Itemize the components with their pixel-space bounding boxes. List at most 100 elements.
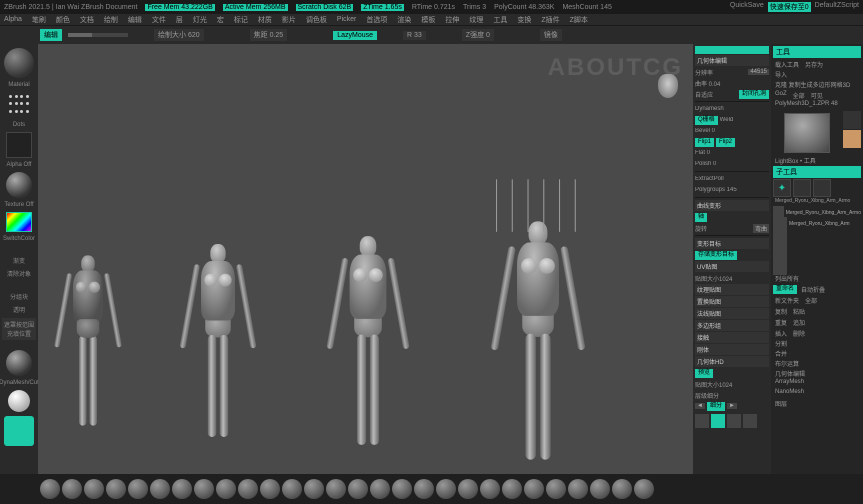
menu-palette[interactable]: 调色板 — [306, 15, 327, 25]
brush-2[interactable] — [62, 479, 82, 499]
lightbox-label[interactable]: LightBox • 工具 — [773, 156, 861, 165]
mask-label[interactable]: 遮罩按范围充填位置 — [2, 318, 36, 340]
flat-label[interactable]: Flat 0 — [695, 150, 769, 156]
brush-15[interactable] — [348, 479, 368, 499]
layers[interactable]: 图层 — [773, 399, 861, 408]
brush-13[interactable] — [304, 479, 324, 499]
menu-light[interactable]: 灯光 — [193, 15, 207, 25]
menu-transform[interactable]: 变换 — [517, 15, 531, 25]
zintensity-field[interactable]: Z强度 0 — [462, 29, 494, 41]
brush-23[interactable] — [524, 479, 544, 499]
menu-stroke[interactable]: 拉伸 — [445, 15, 459, 25]
menu-alpha[interactable]: Alpha — [4, 16, 22, 23]
rigid-header[interactable]: 刚体 — [695, 344, 769, 355]
menu-marker[interactable]: 标记 — [234, 15, 248, 25]
polish-label[interactable]: Polish 0 — [695, 161, 769, 167]
resolution-value[interactable]: 44515 — [748, 69, 769, 75]
brush-1[interactable] — [40, 479, 60, 499]
copy-button[interactable]: 复制 — [773, 307, 789, 316]
brush-16[interactable] — [370, 479, 390, 499]
rgb-field[interactable]: R 33 — [403, 31, 426, 40]
menu-draw[interactable]: 绘制 — [104, 15, 118, 25]
menu-file[interactable]: 文件 — [152, 15, 166, 25]
menu-layer[interactable]: 层 — [176, 15, 183, 25]
axis-button[interactable]: 轴 — [695, 213, 707, 222]
uvmap-header[interactable]: UV贴图 — [695, 261, 769, 272]
folder-button[interactable]: 新文件夹 — [773, 296, 801, 305]
arraymesh[interactable]: ArrayMesh — [773, 379, 861, 388]
brush-3[interactable] — [84, 479, 104, 499]
curve-label[interactable]: 曲率 0.04 — [695, 79, 769, 88]
star-brush[interactable]: ✦ — [773, 179, 791, 197]
geohd-header[interactable]: 几何体HD — [695, 356, 769, 367]
menu-movie[interactable]: 影片 — [282, 15, 296, 25]
subtool-header[interactable]: 子工具 — [773, 166, 861, 178]
brush-slot-3[interactable] — [813, 179, 831, 197]
weld-label[interactable]: Weld — [720, 117, 769, 123]
icon-btn-2[interactable] — [711, 414, 725, 428]
menu-render[interactable]: 渲染 — [397, 15, 411, 25]
import-tool[interactable]: 导入 — [773, 70, 861, 79]
insert-button[interactable]: 插入 — [773, 329, 789, 338]
geo-header[interactable]: 几何体编辑 — [773, 369, 861, 378]
icon-btn-1[interactable] — [695, 414, 709, 428]
load-tool[interactable]: 载入工具 — [773, 60, 801, 69]
subtool-thumb-6[interactable] — [773, 261, 787, 275]
brush-4[interactable] — [106, 479, 126, 499]
polygroupsmap-header[interactable]: 多边形组 — [695, 320, 769, 331]
save-tool[interactable]: 另存为 — [803, 60, 825, 69]
bend-button[interactable]: 弯曲 — [753, 224, 769, 233]
quicksave-slot[interactable]: 快速保存至0 — [768, 2, 811, 12]
menu-texture[interactable]: 纹理 — [469, 15, 483, 25]
subdiv-button[interactable]: 细分 — [707, 402, 725, 411]
dup-button[interactable]: 重复 — [773, 318, 789, 327]
brush-10[interactable] — [238, 479, 258, 499]
brush-8[interactable] — [194, 479, 214, 499]
rotate-label[interactable]: 旋转 — [695, 224, 751, 233]
all-button[interactable]: 全部 — [791, 91, 807, 100]
menu-picker[interactable]: Picker — [337, 16, 356, 23]
material-preview[interactable] — [4, 48, 34, 78]
transparent-label[interactable]: 透明 — [13, 305, 25, 314]
texmap-header[interactable]: 纹理贴图 — [695, 284, 769, 295]
uvsize2-label[interactable]: 贴图大小1024 — [695, 380, 769, 389]
goz-button[interactable]: GoZ — [773, 91, 789, 100]
camera-head-icon[interactable] — [658, 74, 678, 98]
contact-header[interactable]: 接触 — [695, 332, 769, 343]
rename-button[interactable]: 重命名 — [773, 285, 797, 294]
tool-thumbnail[interactable] — [784, 113, 830, 153]
texture-preview[interactable] — [6, 172, 32, 198]
del-button[interactable]: 删除 — [791, 329, 807, 338]
adapt-label[interactable]: 自适应 — [695, 90, 737, 99]
edit-button[interactable]: 编辑 — [40, 29, 62, 41]
layered-label[interactable]: 层级细分 — [695, 391, 769, 400]
bevel-label[interactable]: Bevel 0 — [695, 128, 769, 134]
qgrid-button[interactable]: Q栅格 — [695, 116, 718, 125]
brush-18[interactable] — [414, 479, 434, 499]
quick-tool-1[interactable] — [843, 111, 861, 129]
export-tool[interactable]: 克隆 复制生成多边形网格3D — [773, 80, 861, 89]
brush-20[interactable] — [458, 479, 478, 499]
autocollapse[interactable]: 自动折叠 — [799, 285, 827, 294]
paste-button[interactable]: 粘贴 — [791, 307, 807, 316]
menu-tool[interactable]: 工具 — [493, 15, 507, 25]
brush-21[interactable] — [480, 479, 500, 499]
edit-slider[interactable] — [68, 33, 128, 37]
brush-9[interactable] — [216, 479, 236, 499]
split-header[interactable]: 分割 — [773, 339, 861, 348]
append-button[interactable]: 追加 — [791, 318, 807, 327]
brush-6[interactable] — [150, 479, 170, 499]
lazymouse-button[interactable]: LazyMouse — [333, 31, 377, 40]
mirror-button[interactable]: 镜像 — [540, 29, 562, 41]
tool-header[interactable]: 工具 — [773, 46, 861, 58]
dispmap-header[interactable]: 置换贴图 — [695, 296, 769, 307]
brush-28[interactable] — [634, 479, 654, 499]
morph-header[interactable]: 变形目标 — [695, 238, 769, 249]
brush-14[interactable] — [326, 479, 346, 499]
stroke-dots-icon[interactable] — [6, 92, 32, 118]
menu-zscript[interactable]: Z脚本 — [570, 15, 588, 25]
brush-17[interactable] — [392, 479, 412, 499]
bool-header[interactable]: 布尔运算 — [773, 359, 861, 368]
brush-11[interactable] — [260, 479, 280, 499]
icon-btn-3[interactable] — [727, 414, 741, 428]
